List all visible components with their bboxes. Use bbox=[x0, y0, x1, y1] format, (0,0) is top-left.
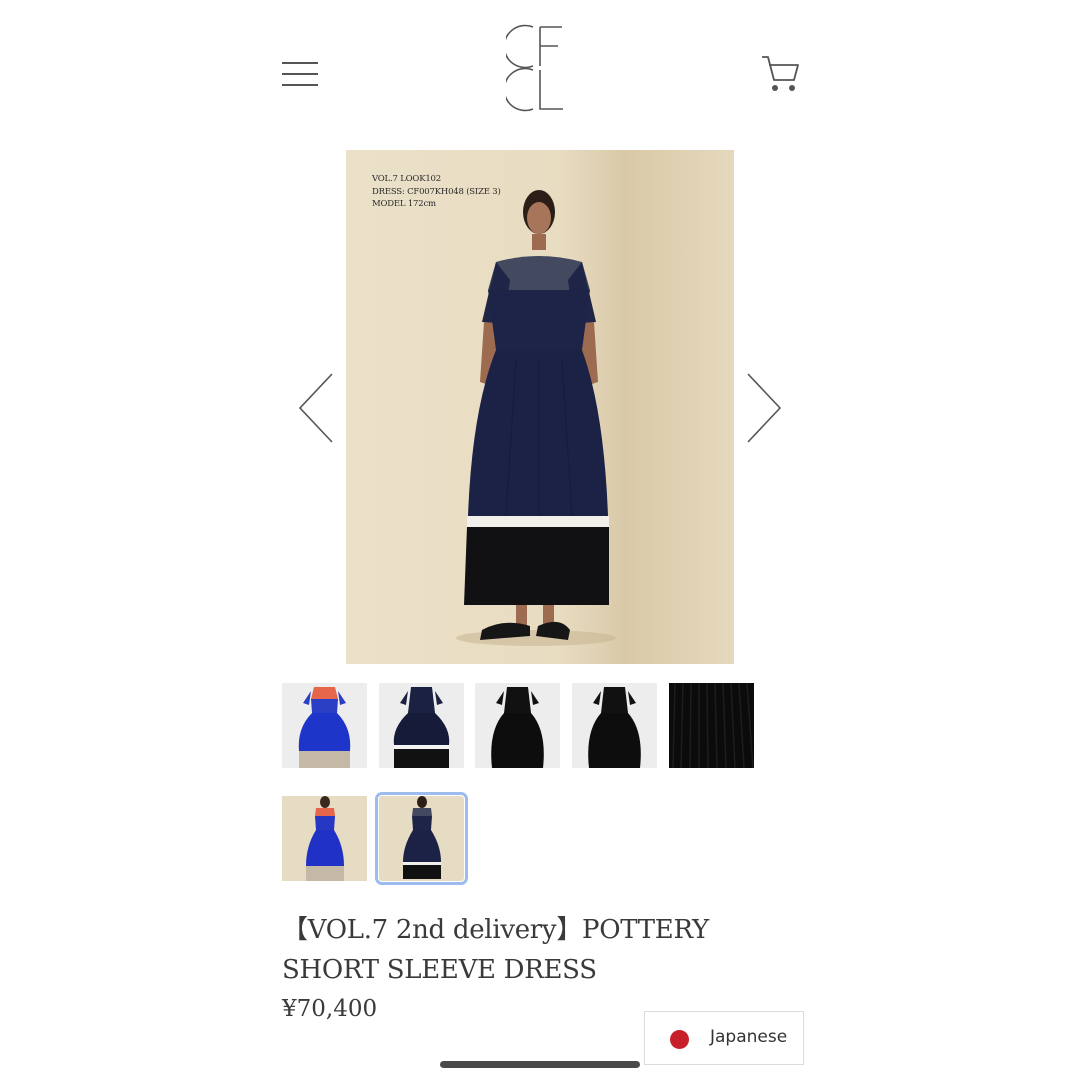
image-caption: VOL.7 LOOK102 DRESS: CF007KH048 (SIZE 3)… bbox=[372, 173, 501, 211]
thumbnail-4[interactable] bbox=[572, 683, 657, 768]
japan-flag-icon bbox=[670, 1030, 689, 1049]
caption-model: MODEL 172cm bbox=[372, 199, 436, 209]
caption-look: VOL.7 LOOK102 bbox=[372, 174, 441, 184]
thumbnail-2[interactable] bbox=[379, 683, 464, 768]
chevron-right-icon[interactable] bbox=[744, 372, 784, 444]
shopping-cart-icon[interactable] bbox=[760, 54, 800, 94]
language-label: Japanese bbox=[710, 1027, 788, 1047]
main-product-image bbox=[346, 150, 734, 664]
product-price: ¥70,400 bbox=[282, 996, 378, 1022]
chevron-left-icon[interactable] bbox=[296, 372, 336, 444]
thumbnail-3[interactable] bbox=[475, 683, 560, 768]
hamburger-menu-icon[interactable] bbox=[282, 62, 318, 86]
product-title: 【VOL.7 2nd delivery】POTTERY SHORT SLEEVE… bbox=[282, 915, 709, 985]
brand-logo[interactable] bbox=[503, 22, 566, 114]
product-page: VOL.7 LOOK102 DRESS: CF007KH048 (SIZE 3)… bbox=[0, 0, 1080, 1080]
thumbnail-7-selected[interactable] bbox=[375, 792, 468, 885]
language-selector-button[interactable]: Japanese bbox=[644, 1011, 804, 1065]
caption-dress: DRESS: CF007KH048 (SIZE 3) bbox=[372, 186, 501, 197]
thumbnail-5[interactable] bbox=[669, 683, 754, 768]
home-indicator bbox=[440, 1061, 640, 1068]
thumbnail-1[interactable] bbox=[282, 683, 367, 768]
thumbnail-6[interactable] bbox=[282, 796, 367, 881]
